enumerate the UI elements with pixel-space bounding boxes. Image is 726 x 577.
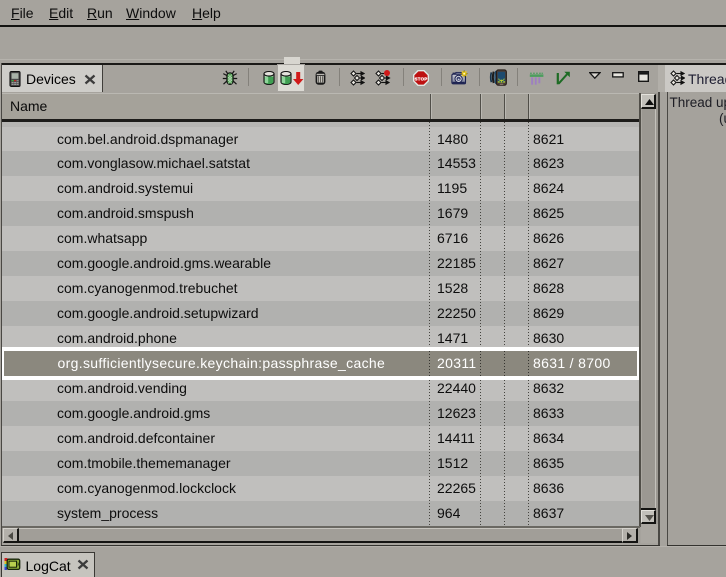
svg-text:STOP: STOP: [414, 76, 427, 81]
